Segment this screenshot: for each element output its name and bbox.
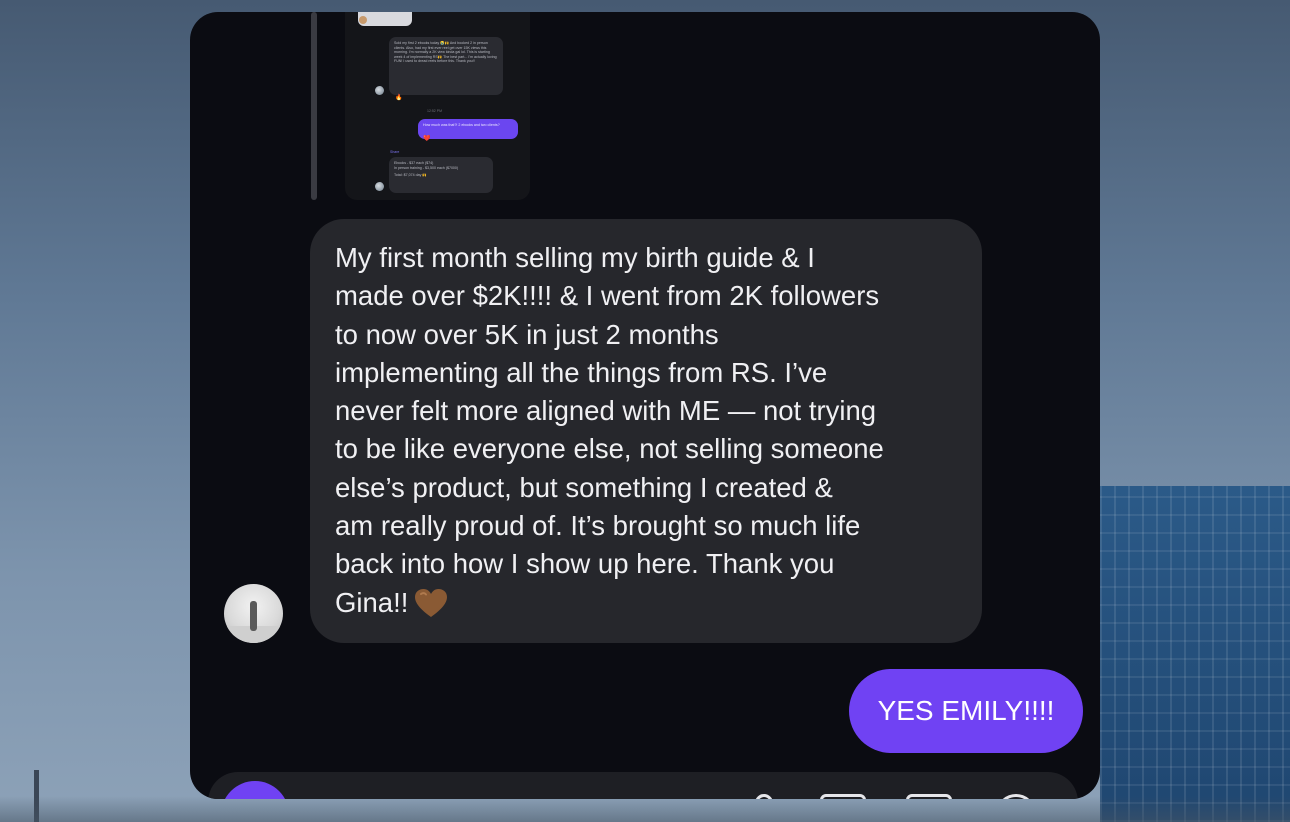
mini-avatar-2 <box>375 182 384 191</box>
mini-incoming-message-2-line-3: Total: $7,074 day 🙌 <box>394 173 427 178</box>
mini-reaction-2: ❤️ <box>423 136 431 142</box>
received-message-text: My first month selling my birth guide & … <box>335 239 958 622</box>
background-skyline <box>0 796 1290 822</box>
mini-header-bar <box>358 12 412 26</box>
reply-indicator-line <box>311 12 317 200</box>
received-message-body: My first month selling my birth guide & … <box>335 242 884 618</box>
sticker-icon[interactable] <box>906 794 952 799</box>
mini-reply-label: Share <box>390 150 400 154</box>
chat-window: Sold my first 2 ebooks today 😭🙌 And book… <box>190 12 1100 799</box>
mini-incoming-message-2: Ebooks - $37 each ($74) In person traini… <box>389 157 493 193</box>
gallery-icon[interactable] <box>820 794 866 799</box>
sent-message-bubble[interactable]: YES EMILY!!!! <box>849 669 1083 753</box>
received-message-bubble[interactable]: My first month selling my birth guide & … <box>310 219 982 643</box>
mini-profile-icon <box>359 16 367 24</box>
mini-outgoing-message: How much was that?! 2 ebooks and two cli… <box>418 119 518 139</box>
background-building <box>1100 486 1290 822</box>
sent-message-text: YES EMILY!!!! <box>877 695 1055 726</box>
mini-incoming-message-1-text: Sold my first 2 ebooks today 😭🙌 And book… <box>394 41 497 64</box>
mini-reaction-1: 🔥 <box>395 95 403 101</box>
shared-screenshot-image[interactable]: Sold my first 2 ebooks today 😭🙌 And book… <box>345 12 530 200</box>
brown-heart-icon <box>415 588 448 617</box>
mini-incoming-message-2-line-2: In person training - $3,500 each ($7000) <box>394 165 459 170</box>
mini-avatar-1 <box>375 86 384 95</box>
mini-outgoing-message-text: How much was that?! 2 ebooks and two cli… <box>423 123 500 127</box>
mini-incoming-message-1: Sold my first 2 ebooks today 😭🙌 And book… <box>389 37 503 95</box>
avatar-figure <box>250 601 257 631</box>
mini-timestamp: 12:52 PM <box>427 109 442 113</box>
sender-avatar[interactable] <box>224 584 283 643</box>
